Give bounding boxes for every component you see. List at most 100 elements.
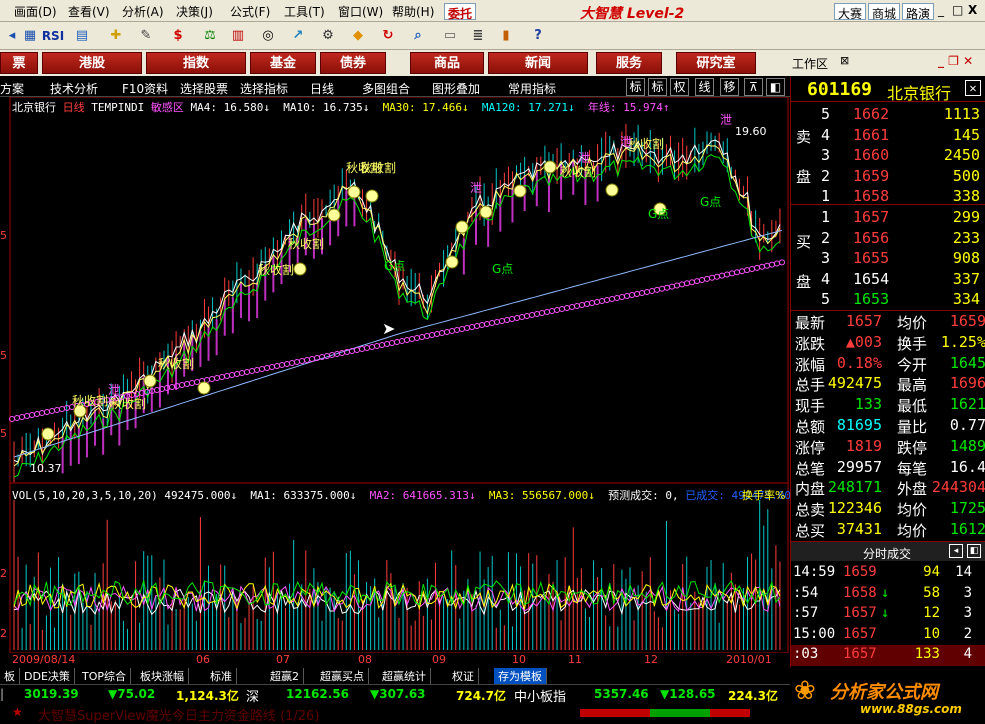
sell-level-row[interactable]: 5 1662 1113 — [791, 104, 985, 125]
tab-common-indicator[interactable]: 常用指标 — [508, 80, 556, 97]
tab-scheme[interactable]: 方案 — [0, 80, 24, 97]
tab-multi-chart[interactable]: 多图组合 — [362, 80, 410, 97]
nav-commodity[interactable]: 商品 — [410, 52, 484, 74]
maximize-button[interactable]: □ — [952, 3, 963, 17]
rights-button[interactable]: 权 — [670, 78, 689, 96]
bottom-tab[interactable]: 标准 — [206, 668, 237, 684]
sh-index[interactable]: 3019.39 — [24, 687, 79, 701]
close-button[interactable]: X — [968, 3, 977, 17]
sell-level-row[interactable]: 1 1658 338 — [791, 186, 985, 207]
diamond-icon[interactable]: ◆ — [348, 26, 368, 46]
nav-news[interactable]: 新闻 — [488, 52, 588, 74]
bottom-tab[interactable]: DDE决策 — [20, 668, 75, 684]
bottom-tab[interactable]: 超赢买点 — [316, 668, 369, 684]
line-button[interactable]: 线 — [695, 78, 714, 96]
bottom-tab-save-template[interactable]: 存为模板 — [494, 668, 547, 684]
ticks-scroll-icon[interactable]: ◂ — [949, 544, 963, 558]
table-icon[interactable]: ▤ — [72, 26, 92, 46]
buy-level-row[interactable]: 2 1656 233 — [791, 228, 985, 249]
nav-hk[interactable]: 港股 — [42, 52, 142, 74]
binoculars-icon[interactable]: ◎ — [258, 26, 278, 46]
nav-stocks[interactable]: 票 — [0, 52, 38, 74]
tab-technical[interactable]: 技术分析 — [50, 80, 98, 97]
kline-chart-area[interactable]: 北京银行 日线 TEMPINDI 敏感区 MA4: 16.580↓, MA10:… — [0, 97, 791, 666]
nav-index[interactable]: 指数 — [146, 52, 246, 74]
scale-icon[interactable]: ⚖ — [200, 26, 220, 46]
bottom-tab-board-icon[interactable]: 板 — [0, 668, 20, 684]
collapse-icon[interactable]: ◧ — [766, 78, 785, 96]
mall-button[interactable]: 商城 — [868, 3, 901, 21]
stack-icon[interactable]: ≣ — [468, 26, 488, 46]
chart-toolbar: 方案 技术分析 F10资料 选择股票 选择指标 日线 多图组合 图形叠加 常用指… — [0, 77, 790, 97]
dollar-icon[interactable]: $ — [168, 26, 188, 46]
bar-chart-icon[interactable]: ▥ — [228, 26, 248, 46]
refresh-icon[interactable]: ↻ — [378, 26, 398, 46]
sell-level-row[interactable]: 4 1661 145 — [791, 125, 985, 146]
year-line-dot — [644, 289, 650, 295]
nav-service[interactable]: 服务 — [596, 52, 662, 74]
year-line-dot — [634, 291, 640, 297]
bottom-tab[interactable]: TOP综合 — [78, 668, 132, 684]
buy-level-row[interactable]: 4 1654 337 — [791, 269, 985, 290]
menu-tools[interactable]: 工具(T) — [284, 3, 325, 20]
bottom-tab[interactable]: 超赢统计 — [378, 668, 431, 684]
bottom-tab[interactable]: 板块涨幅 — [136, 668, 189, 684]
ticker-text[interactable]: 大智慧SuperView魔光今日主力资金路线 (1/26) — [38, 705, 319, 724]
tab-overlay[interactable]: 图形叠加 — [432, 80, 480, 97]
back-icon[interactable]: ◂ — [2, 26, 22, 46]
sell-level-row[interactable]: 3 1660 2450 — [791, 145, 985, 166]
chart-canvas[interactable] — [0, 97, 790, 653]
mark-button-2[interactable]: 标 — [648, 78, 667, 96]
menu-analysis[interactable]: 分析(A) — [122, 3, 164, 20]
grid-icon[interactable]: ▦ — [20, 26, 40, 46]
scroll-up-icon[interactable]: ⊼ — [744, 78, 763, 96]
ticks-list[interactable]: 14:59 1659 94 14:54 1658 ↓ 58 3:57 1657 ↓ 12 3 15:00… — [791, 563, 985, 667]
year-line-dot — [749, 266, 755, 272]
tab-f10[interactable]: F10资料 — [122, 80, 168, 97]
stat-label: 最新 — [795, 314, 826, 332]
entrust-button[interactable]: 委托 — [444, 3, 477, 21]
rsi-icon[interactable]: RSI — [40, 26, 66, 46]
buy-level-row[interactable]: 1 1657 299 — [791, 207, 985, 228]
tab-select-indicator[interactable]: 选择指标 — [240, 80, 288, 97]
minimize-button[interactable]: _ — [938, 3, 944, 17]
nav-research[interactable]: 研究室 — [676, 52, 756, 74]
market-breadth-bar — [540, 709, 780, 717]
note-icon[interactable]: ▭ — [440, 26, 460, 46]
link-icon[interactable]: ⚙ — [318, 26, 338, 46]
mark-button[interactable]: 标 — [626, 78, 645, 96]
menu-screen[interactable]: 画面(D) — [14, 3, 57, 20]
bottom-tab[interactable]: 权证 — [448, 668, 479, 684]
zx-index[interactable]: 5357.46 — [594, 687, 649, 701]
share-icon[interactable]: ↗ — [288, 26, 308, 46]
menu-window[interactable]: 窗口(W) — [338, 3, 383, 20]
buy-level-row[interactable]: 3 1655 908 — [791, 248, 985, 269]
menu-view[interactable]: 查看(V) — [68, 3, 110, 20]
nav-bond[interactable]: 债券 — [320, 52, 386, 74]
workspace-label[interactable]: 工作区 — [792, 55, 828, 72]
close-icon[interactable]: ✕ — [965, 80, 981, 96]
help-icon[interactable]: ? — [528, 26, 548, 46]
signal-label: 秋收割 — [258, 263, 295, 277]
contest-button[interactable]: 大赛 — [834, 3, 867, 21]
move-button[interactable]: 移 — [720, 78, 739, 96]
workspace-dropdown-icon[interactable]: ⊠ — [840, 54, 849, 67]
tab-select-stock[interactable]: 选择股票 — [180, 80, 228, 97]
find-icon[interactable]: ⌕ — [408, 26, 428, 46]
menu-formula[interactable]: 公式(F) — [230, 3, 270, 20]
bottom-tab[interactable]: 超赢2 — [266, 668, 304, 684]
roadshow-button[interactable]: 路演 — [902, 3, 935, 21]
edit-icon[interactable]: ✎ — [136, 26, 156, 46]
plus-icon[interactable]: ✚ — [106, 26, 126, 46]
ticks-collapse-icon[interactable]: ◧ — [967, 544, 981, 558]
sell-level-row[interactable]: 2 1659 500 — [791, 166, 985, 187]
tab-daily[interactable]: 日线 — [310, 80, 334, 97]
menu-help[interactable]: 帮助(H) — [392, 3, 434, 20]
menu-decision[interactable]: 决策(J) — [176, 3, 213, 20]
book-icon[interactable]: ▮ — [496, 26, 516, 46]
buy-level-row[interactable]: 5 1653 334 — [791, 289, 985, 310]
workspace-controls[interactable]: _ ❐ ✕ — [938, 54, 973, 68]
nav-fund[interactable]: 基金 — [250, 52, 316, 74]
year-line-dot — [409, 336, 415, 342]
sz-index[interactable]: 12162.56 — [286, 687, 349, 701]
